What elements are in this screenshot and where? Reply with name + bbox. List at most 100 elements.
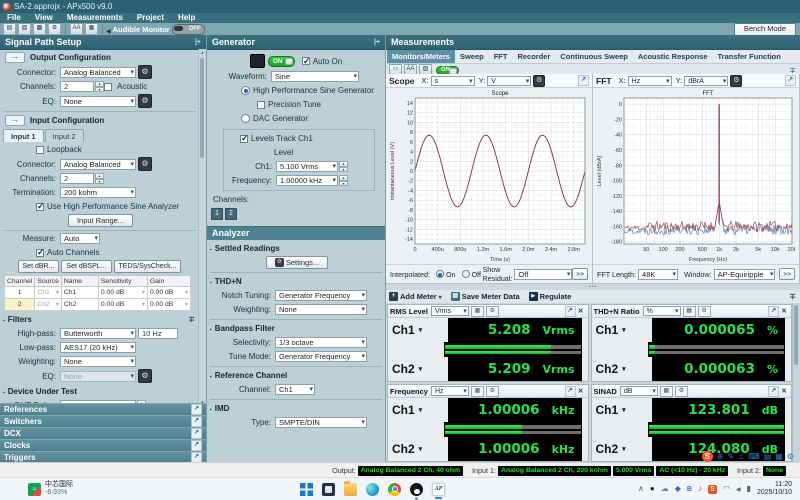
stock-widget[interactable]: 中芯国际 -6.93% (28, 481, 168, 496)
cell-source[interactable]: Ch2 (35, 299, 62, 311)
apps-icon[interactable] (775, 453, 783, 461)
fft-x-select[interactable]: Hz (628, 76, 672, 86)
reference-channel-select[interactable]: Ch1 (275, 384, 315, 395)
meter-close-icon[interactable] (578, 387, 584, 395)
interpolated-off-radio[interactable] (462, 270, 470, 278)
meter-unit-select[interactable]: Hz (431, 386, 469, 396)
cell-gain[interactable]: 0.00 dB (147, 299, 190, 311)
tab-sweep[interactable]: Sweep (455, 50, 489, 63)
scope-x-select[interactable]: s (431, 76, 475, 86)
task-view-icon[interactable] (322, 483, 335, 496)
pin-icon[interactable] (188, 315, 195, 324)
save-meter-data-button[interactable]: Save Meter Data (451, 292, 520, 301)
measure-select[interactable]: Auto (60, 233, 100, 244)
channel-button-1[interactable]: 1 (211, 208, 223, 220)
window-select[interactable]: AP-Equiripple (714, 269, 776, 280)
channel-selector-ch1[interactable]: Ch1 (592, 318, 652, 342)
cell-name[interactable]: Ch1 (61, 287, 98, 299)
spin-down-icon[interactable] (339, 181, 348, 187)
generator-off-button[interactable] (250, 54, 265, 68)
dock-icon[interactable] (374, 39, 380, 46)
meter-pin-icon[interactable] (789, 292, 796, 301)
selectivity-select[interactable]: 1/3 octave (275, 337, 367, 348)
menu-measurements[interactable]: Measurements (60, 13, 130, 23)
popout-icon[interactable] (191, 404, 202, 415)
save-project-icon[interactable]: ▩ (33, 23, 46, 35)
meter-settings-gear-icon[interactable] (486, 306, 499, 317)
clipboard-icon[interactable] (764, 453, 772, 461)
set-dbr-button[interactable]: Set dBR... (18, 260, 60, 273)
hps-analyzer-checkbox[interactable] (36, 203, 44, 211)
qq-tray-icon[interactable] (650, 485, 655, 493)
ch1-level-select-spinner[interactable] (339, 161, 348, 172)
hps-generator-radio[interactable] (241, 86, 250, 95)
cell-source[interactable]: Ch1 (35, 287, 62, 299)
dock-icon[interactable] (195, 39, 201, 46)
precision-tune-checkbox[interactable] (257, 101, 265, 109)
set-dbspl-button[interactable]: Set dBSPL... (61, 260, 111, 273)
meter-popout-icon[interactable] (565, 306, 576, 317)
settings-gear-icon[interactable]: ⚙ (48, 23, 61, 35)
loopback-checkbox[interactable] (36, 146, 44, 154)
add-meter-button[interactable]: Add Meter (389, 292, 442, 301)
volume-icon[interactable] (736, 485, 741, 493)
meter-unit-select[interactable]: dB (620, 386, 658, 396)
meter-settings-gear-icon[interactable] (675, 386, 688, 397)
tab-recorder[interactable]: Recorder (512, 50, 555, 63)
scope-settings-gear-icon[interactable] (533, 75, 545, 87)
tab-monitors-meters[interactable]: Monitors/Meters (387, 50, 455, 63)
meter-popout-icon[interactable] (768, 306, 779, 317)
show-residual-select[interactable]: Off (514, 269, 572, 280)
taskbar-clock[interactable]: 11:20 2025/10/10 (757, 481, 792, 498)
input-channels-input[interactable]: 2 (60, 173, 94, 184)
scrollbar-thumb[interactable] (794, 305, 798, 365)
channel-button-2[interactable]: 2 (225, 208, 237, 220)
input-tab-2[interactable]: Input 2 (45, 129, 84, 142)
interpolated-on-radio[interactable] (436, 270, 444, 278)
file-explorer-icon[interactable] (344, 483, 357, 496)
chevron-up-icon[interactable] (638, 485, 644, 493)
ch1-level-select[interactable]: 5.100 Vrms (276, 161, 338, 172)
meter-popout-icon[interactable] (768, 386, 779, 397)
network-icon[interactable] (723, 485, 730, 493)
settings-button[interactable]: Settings... (266, 256, 328, 269)
meter-close-icon[interactable] (578, 307, 584, 315)
input-eq-select-gear-icon[interactable] (138, 369, 152, 383)
scope-y-select[interactable]: V (487, 76, 531, 86)
spin-down-icon[interactable] (95, 87, 104, 93)
defender-icon[interactable] (675, 485, 681, 493)
analyzer-weighting-select[interactable]: None (275, 304, 367, 315)
section-switchers[interactable]: Switchers (0, 415, 206, 427)
cell-sensitivity[interactable]: 0.00 dB (98, 299, 147, 311)
meter-close-icon[interactable] (781, 387, 787, 395)
tab-fft[interactable]: FFT (489, 50, 513, 63)
meter-display-mode-icon[interactable] (683, 306, 696, 317)
cloud-icon[interactable] (661, 485, 669, 493)
popout-icon[interactable] (191, 416, 202, 427)
bluetooth-icon[interactable] (687, 485, 692, 493)
output-connector-select[interactable]: Analog Balanced (60, 67, 136, 78)
menu-file[interactable]: File (0, 13, 28, 23)
generator-frequency-select-spinner[interactable] (339, 175, 348, 186)
generator-frequency-select[interactable]: 1.00000 kHz (276, 175, 338, 186)
audible-monitor-toggle[interactable]: OFF (172, 24, 205, 35)
output-eq-select[interactable]: None (60, 96, 136, 107)
edge-icon[interactable] (366, 483, 379, 496)
sogou-s-icon[interactable] (702, 451, 713, 462)
meter-popout-icon[interactable] (565, 386, 576, 397)
imd-type-select[interactable]: SMPTE/DIN (275, 417, 367, 428)
section-references[interactable]: References (0, 403, 206, 415)
generator-on-toggle[interactable]: ON (268, 56, 295, 67)
meter-display-mode-icon[interactable] (660, 386, 673, 397)
meter-close-icon[interactable] (781, 307, 787, 315)
channel-selector-ch1[interactable]: Ch1 (592, 398, 652, 422)
sogou-icon[interactable] (708, 485, 717, 494)
input-tab-1[interactable]: Input 1 (3, 129, 44, 142)
termination-select[interactable]: 200 kohm (60, 187, 136, 198)
channel-selector-ch2[interactable]: Ch2 (592, 437, 652, 461)
menu-help[interactable]: Help (171, 13, 202, 23)
meter-display-mode-icon[interactable] (471, 386, 484, 397)
section-dcx[interactable]: DCX (0, 427, 206, 439)
popout-icon[interactable] (191, 428, 202, 439)
menu-project[interactable]: Project (130, 13, 171, 23)
